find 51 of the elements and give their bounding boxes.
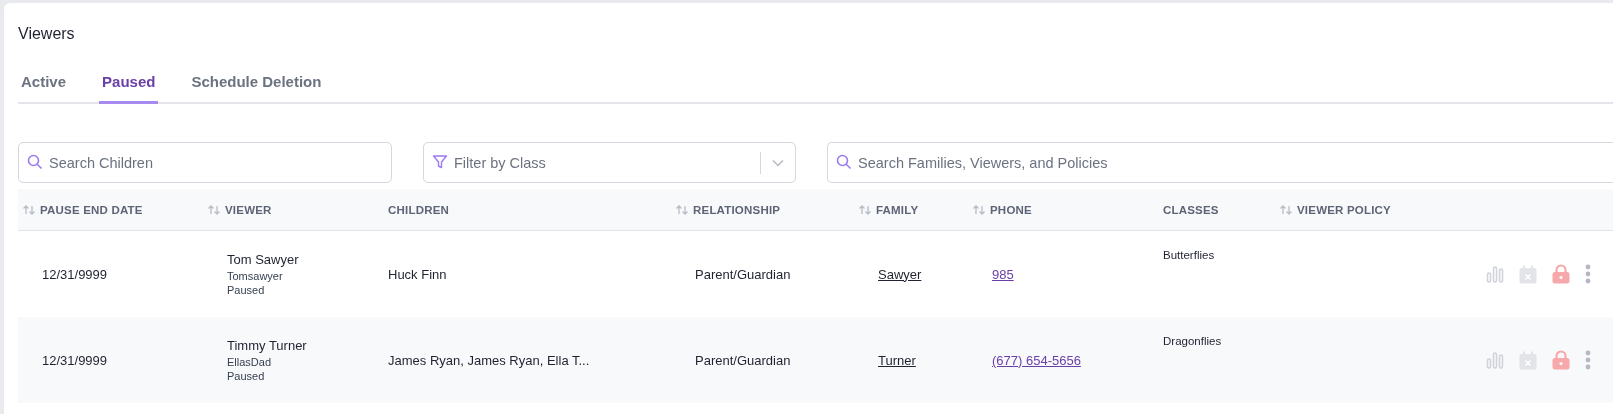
lock-icon[interactable] [1552,350,1570,370]
lock-icon[interactable] [1552,264,1570,284]
tab[interactable]: Active [18,69,70,104]
bar-chart-icon[interactable] [1486,265,1504,283]
search-field[interactable]: Search Families, Viewers, and Policies [827,142,1613,183]
bar-chart-icon[interactable] [1486,351,1504,369]
viewer-username: Tomsawyer [227,270,284,282]
viewer-status: Paused [227,284,266,296]
sort-icon[interactable] [675,203,689,216]
children-text: Huck Finn [388,266,447,282]
family-link[interactable]: Sawyer [878,266,922,282]
filter-icon [432,154,448,170]
phone-link[interactable]: 985 [992,266,1014,282]
more-options-icon[interactable] [1585,264,1591,284]
sort-icon[interactable] [1279,203,1293,216]
family-link[interactable]: Turner [878,352,916,368]
search-icon [27,154,43,170]
calendar-x-icon[interactable] [1519,264,1537,284]
phone-link[interactable]: (677) 654-5656 [992,352,1081,368]
column-header: VIEWER [225,203,272,216]
column-header: CHILDREN [388,203,449,216]
viewer-username: EllasDad [227,356,273,368]
column-header: VIEWER POLICY [1297,203,1391,216]
class-filter-dropdown[interactable]: Filter by Class [423,142,796,183]
relationship-text: Parent/Guardian [695,352,791,368]
sort-icon[interactable] [22,203,36,216]
column-header: PHONE [990,203,1032,216]
viewer-status: Paused [227,370,266,382]
date-text: 12/31/9999 [42,352,108,368]
column-header: FAMILY [876,203,919,216]
sort-icon[interactable] [207,203,221,216]
class-text: Butterflies [1163,249,1215,261]
viewer-name: Timmy Turner [227,338,308,353]
date-text: 12/31/9999 [42,266,108,282]
sort-icon[interactable] [858,203,872,216]
class-text: Dragonflies [1163,335,1222,347]
column-header: CLASSES [1163,203,1219,216]
page-title: Viewers [18,24,75,44]
search-field[interactable]: Search Children [18,142,392,183]
search-icon [836,154,852,170]
viewer-name: Tom Sawyer [227,252,300,267]
children-text: James Ryan, James Ryan, Ella T... [388,352,590,368]
tab[interactable]: Schedule Deletion [188,69,325,104]
sort-icon[interactable] [972,203,986,216]
chevron-down-icon[interactable] [772,159,784,167]
column-header: PAUSE END DATE [40,203,143,216]
column-header: RELATIONSHIP [693,203,781,216]
more-options-icon[interactable] [1585,350,1591,370]
calendar-x-icon[interactable] [1519,350,1537,370]
tab[interactable]: Paused [99,69,159,104]
relationship-text: Parent/Guardian [695,266,791,282]
